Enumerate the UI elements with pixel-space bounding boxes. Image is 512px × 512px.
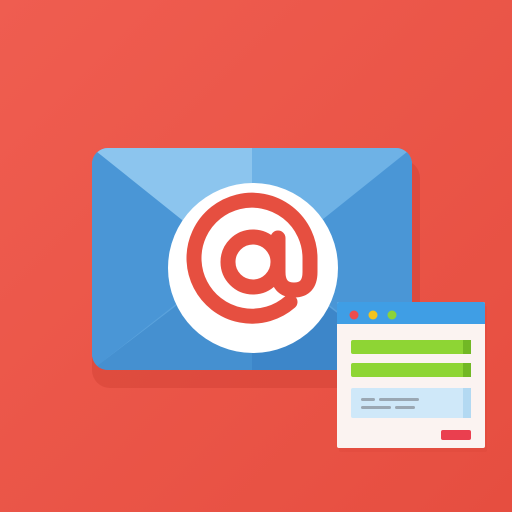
at-sign-icon [186,192,318,324]
form-window-icon [337,302,487,452]
app-icon [0,0,512,512]
